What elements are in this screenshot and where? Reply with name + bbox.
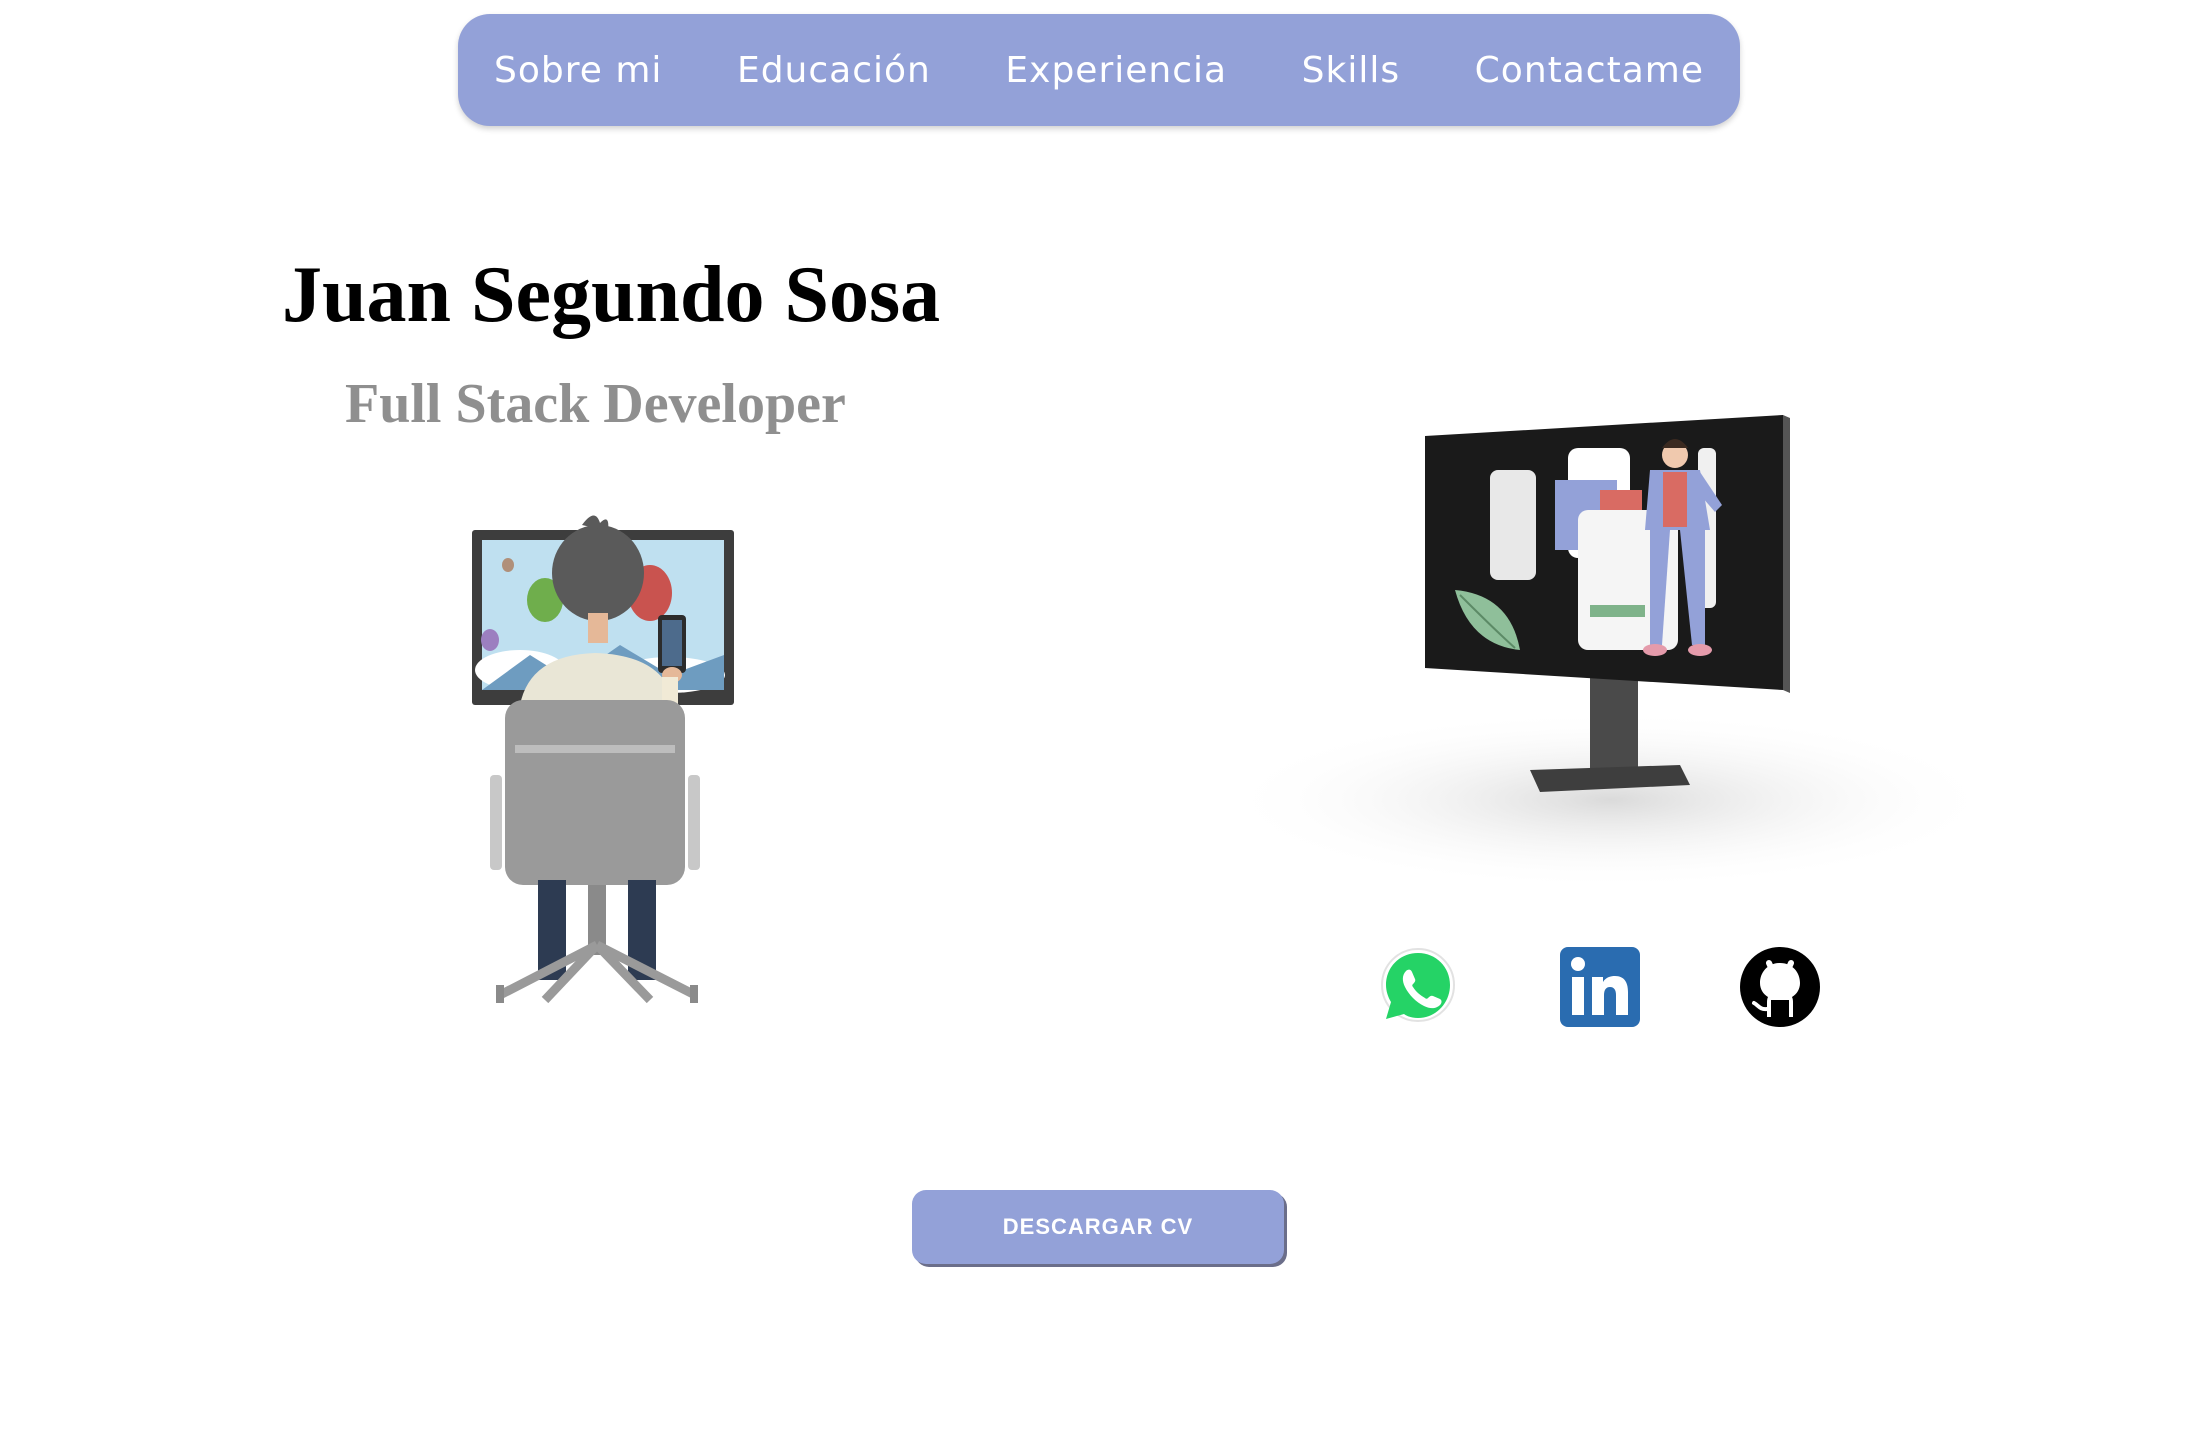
main-navbar: Sobre mi Educación Experiencia Skills Co… bbox=[458, 14, 1740, 126]
hero-name: Juan Segundo Sosa bbox=[282, 251, 941, 339]
nav-link-experiencia[interactable]: Experiencia bbox=[1005, 50, 1227, 91]
download-cv-button[interactable]: DESCARGAR CV bbox=[912, 1190, 1284, 1264]
nav-link-educacion[interactable]: Educación bbox=[737, 50, 931, 91]
developer-at-desk-illustration bbox=[472, 515, 734, 1004]
github-icon bbox=[1740, 947, 1820, 1027]
linkedin-icon bbox=[1560, 947, 1640, 1027]
linkedin-link[interactable] bbox=[1558, 945, 1642, 1029]
portfolio-page: Sobre mi Educación Experiencia Skills Co… bbox=[0, 0, 2185, 1451]
nav-link-contactame[interactable]: Contactame bbox=[1475, 50, 1704, 91]
whatsapp-link[interactable] bbox=[1378, 945, 1462, 1029]
monitor-illustration bbox=[1220, 415, 2000, 890]
nav-link-skills[interactable]: Skills bbox=[1302, 50, 1400, 91]
hero-role: Full Stack Developer bbox=[345, 373, 846, 435]
whatsapp-icon bbox=[1381, 948, 1455, 1022]
github-link[interactable] bbox=[1738, 945, 1822, 1029]
nav-link-sobre-mi[interactable]: Sobre mi bbox=[494, 50, 662, 91]
